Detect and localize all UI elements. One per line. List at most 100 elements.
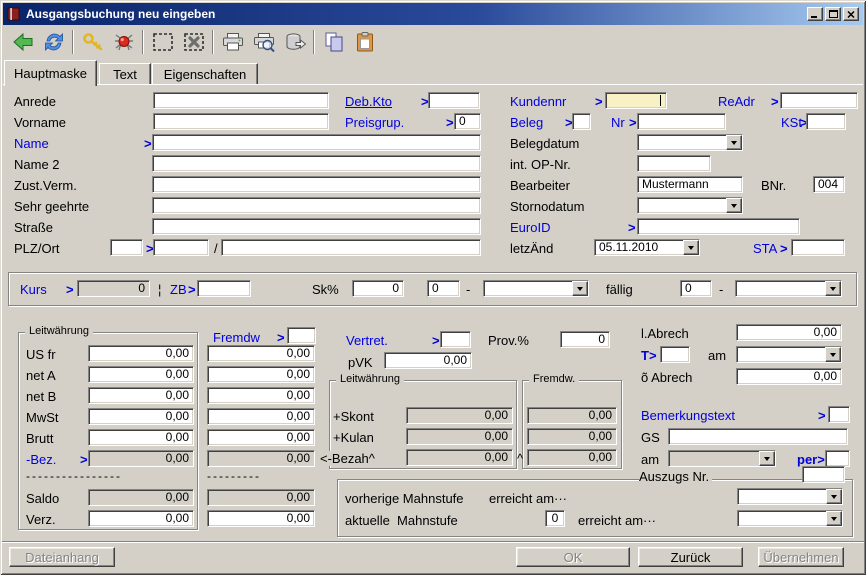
am2-arrow-button[interactable] [759,451,775,466]
saldo-leit-input[interactable]: 0,00 [88,489,194,506]
brutt-fremdw-input[interactable]: 0,00 [207,429,315,446]
back-button[interactable] [7,28,38,56]
skont-fremdw-input[interactable]: 0,00 [527,407,617,424]
print-button[interactable] [217,28,248,56]
key-button[interactable] [77,28,108,56]
kundennr-input[interactable] [605,92,667,109]
minimize-button[interactable] [807,7,823,21]
uebernehmen-button[interactable]: Übernehmen [758,547,844,567]
pvk-input[interactable]: 0,00 [384,352,472,369]
mwst-leit-input[interactable]: 0,00 [88,408,194,425]
stornodatum-dropdown[interactable] [637,197,743,214]
mahnstufe1-arrow-button[interactable] [826,489,842,504]
spider-button[interactable] [108,28,139,56]
neta-fremdw-input[interactable]: 0,00 [207,366,315,383]
netb-fremdw-input[interactable]: 0,00 [207,387,315,404]
neta-leit-input[interactable]: 0,00 [88,366,194,383]
usfr-leit-input[interactable]: 0,00 [88,345,194,362]
mahnstufe-input[interactable]: 0 [545,510,565,527]
zustverm-input[interactable] [152,176,481,193]
vertret-input[interactable] [440,331,471,348]
paste-button[interactable] [349,28,380,56]
select-button[interactable] [147,28,178,56]
usfr-fremdw-input[interactable]: 0,00 [207,345,315,362]
kulan-fremdw-input[interactable]: 0,00 [527,428,617,445]
ok-button[interactable]: OK [516,547,630,567]
vorname-input[interactable] [153,113,329,130]
beleg-input[interactable] [572,113,591,130]
db-export-button[interactable] [279,28,310,56]
faellig-date-dropdown[interactable] [735,280,842,297]
labrech-input[interactable]: 0,00 [736,324,842,341]
tab-eigenschaften[interactable]: Eigenschaften [152,63,258,84]
skont-leit-input[interactable]: 0,00 [406,407,513,424]
am2-dropdown[interactable] [668,450,776,467]
ort-input[interactable] [221,239,481,256]
saldo-fremdw-input[interactable]: 0,00 [207,489,315,506]
faellig-days-input[interactable]: 0 [680,280,712,297]
fremdw-input[interactable] [287,327,316,344]
dateianhang-button[interactable]: Dateianhang [9,547,115,567]
bnr-input[interactable]: 004 [813,176,845,193]
bez-fremdw-input[interactable]: 0,00 [207,450,315,467]
kst-input[interactable] [806,113,846,130]
prov-input[interactable]: 0 [560,331,610,348]
skonto-date-dropdown[interactable] [483,280,589,297]
gs-input[interactable] [668,428,848,445]
mahnstufe2-date-dropdown[interactable] [737,510,843,527]
debkto-input[interactable] [428,92,480,109]
maximize-button[interactable] [825,7,841,21]
name2-input[interactable] [152,155,481,172]
zb-input[interactable] [197,280,251,297]
stornodatum-arrow-button[interactable] [726,198,742,213]
skonto-days-input[interactable]: 0 [427,280,460,297]
verz-fremdw-input[interactable]: 0,00 [207,510,315,527]
plz-input[interactable] [153,239,209,256]
per-input[interactable] [825,450,850,467]
name-input[interactable] [152,134,481,151]
print-preview-button[interactable] [248,28,279,56]
am1-arrow-button[interactable] [825,347,841,362]
readr-input[interactable] [780,92,858,109]
tab-hauptmaske[interactable]: Hauptmaske [4,60,97,86]
strasse-input[interactable] [152,218,481,235]
skonto-input[interactable]: 0 [352,280,404,297]
am1-dropdown[interactable] [736,346,842,363]
verz-leit-input[interactable]: 0,00 [88,510,194,527]
brutt-leit-input[interactable]: 0,00 [88,429,194,446]
bearbeiter-input[interactable]: Mustermann [637,176,743,193]
belegdatum-arrow-button[interactable] [726,135,742,150]
delete-select-button[interactable] [178,28,209,56]
belegdatum-dropdown[interactable] [637,134,743,151]
euroid-input[interactable] [637,218,800,235]
bezah-leit-input[interactable]: 0,00 [406,449,513,466]
close-button[interactable] [843,7,859,21]
land-input[interactable] [110,239,143,256]
copy-button[interactable] [318,28,349,56]
sta-input[interactable] [791,239,845,256]
t-input[interactable] [660,346,690,363]
nr-input[interactable] [637,113,726,130]
mahnstufe1-date-dropdown[interactable] [737,488,843,505]
mwst-fremdw-input[interactable]: 0,00 [207,408,315,425]
mahnstufe2-arrow-button[interactable] [826,511,842,526]
kulan-leit-input[interactable]: 0,00 [406,428,513,445]
oabrech-input[interactable]: 0,00 [736,368,842,385]
bez-leit-input[interactable]: 0,00 [88,450,194,467]
anrede-input[interactable] [153,92,329,109]
kurs-input[interactable]: 0 [77,280,150,297]
bezah-fremdw-input[interactable]: 0,00 [527,449,617,466]
letzaend-dropdown[interactable]: 05.11.2010 [594,239,700,256]
opnr-input[interactable] [637,155,711,172]
letzaend-arrow-button[interactable] [683,240,699,255]
preisgrup-input[interactable]: 0 [454,113,481,130]
refresh-button[interactable] [38,28,69,56]
sehr-geehrte-input[interactable] [152,197,481,214]
skonto-date-arrow-button[interactable] [572,281,588,296]
netb-leit-input[interactable]: 0,00 [88,387,194,404]
auszug-input[interactable] [802,466,845,483]
zurueck-button[interactable]: Zurück [638,547,743,567]
bemerkungstext-input[interactable] [828,406,850,423]
debkto-label[interactable]: Deb.Kto [345,94,392,109]
tab-text[interactable]: Text [99,63,151,84]
